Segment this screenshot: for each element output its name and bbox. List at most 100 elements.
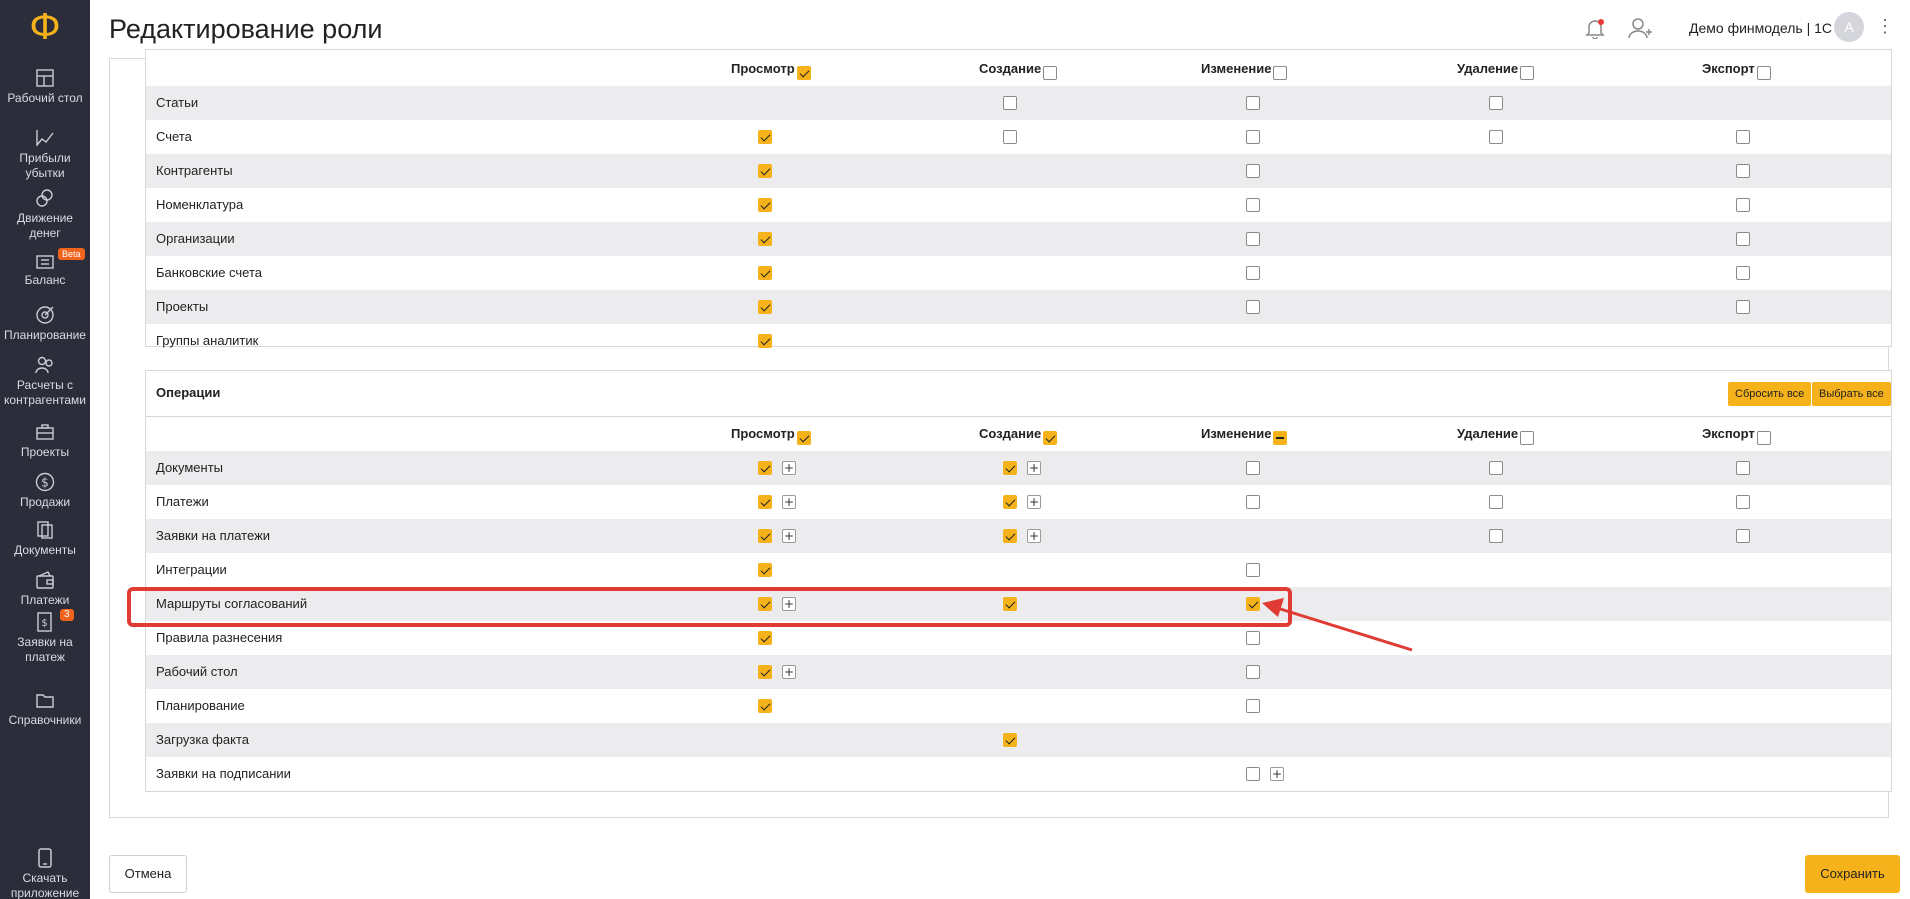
select-all-button[interactable]: Выбрать все bbox=[1812, 382, 1891, 406]
sidebar-item-request[interactable]: $ Заявки на платеж 3 bbox=[0, 609, 90, 665]
column-select-all-checkbox[interactable] bbox=[1043, 65, 1058, 80]
column-header: Изменение bbox=[1201, 52, 1288, 86]
permission-checkbox[interactable] bbox=[758, 300, 772, 314]
permission-checkbox[interactable] bbox=[758, 130, 772, 144]
permission-checkbox[interactable] bbox=[1246, 300, 1260, 314]
column-select-all-checkbox[interactable] bbox=[796, 430, 811, 445]
permission-checkbox[interactable] bbox=[758, 266, 772, 280]
permission-checkbox[interactable] bbox=[758, 529, 772, 543]
permission-checkbox[interactable] bbox=[1246, 631, 1260, 645]
permission-checkbox[interactable] bbox=[758, 665, 772, 679]
expand-plus-icon[interactable]: + bbox=[782, 529, 796, 543]
user-name[interactable]: Демо финмодель | 1С bbox=[1689, 19, 1832, 37]
table-row: Загрузка факта bbox=[146, 723, 1891, 757]
permission-checkbox[interactable] bbox=[1736, 495, 1750, 509]
column-select-all-checkbox[interactable] bbox=[1520, 65, 1535, 80]
permission-checkbox[interactable] bbox=[1003, 461, 1017, 475]
permission-checkbox[interactable] bbox=[1736, 198, 1750, 212]
permission-checkbox[interactable] bbox=[1246, 495, 1260, 509]
svg-text:$: $ bbox=[41, 618, 47, 629]
permission-checkbox[interactable] bbox=[1736, 529, 1750, 543]
permission-checkbox[interactable] bbox=[1736, 266, 1750, 280]
column-select-all-checkbox[interactable] bbox=[1273, 430, 1288, 445]
sidebar-item-chart[interactable]: Прибыли убытки bbox=[0, 128, 90, 181]
column-select-all-checkbox[interactable] bbox=[1756, 430, 1771, 445]
permission-checkbox[interactable] bbox=[758, 164, 772, 178]
sidebar-item-documents[interactable]: Документы bbox=[0, 520, 90, 558]
row-label: Номенклатура bbox=[156, 197, 244, 212]
cancel-button[interactable]: Отмена bbox=[109, 855, 187, 893]
sidebar-item-people[interactable]: Расчеты с контрагентами bbox=[0, 355, 90, 408]
more-menu-icon[interactable]: ⋮ bbox=[1876, 15, 1894, 37]
expand-plus-icon[interactable]: + bbox=[1270, 767, 1284, 781]
permission-checkbox[interactable] bbox=[1246, 164, 1260, 178]
sidebar-item-dollar[interactable]: $ Продажи bbox=[0, 472, 90, 510]
permission-checkbox[interactable] bbox=[758, 334, 772, 348]
permission-checkbox[interactable] bbox=[1003, 96, 1017, 110]
table-row: Группы аналитик bbox=[146, 324, 1891, 358]
expand-plus-icon[interactable]: + bbox=[782, 665, 796, 679]
notifications-button[interactable] bbox=[1584, 17, 1606, 44]
column-header-label: Удаление bbox=[1457, 61, 1519, 76]
permission-checkbox[interactable] bbox=[1489, 495, 1503, 509]
permission-checkbox[interactable] bbox=[1246, 665, 1260, 679]
permission-checkbox[interactable] bbox=[1246, 699, 1260, 713]
permission-checkbox[interactable] bbox=[1003, 529, 1017, 543]
permission-checkbox[interactable] bbox=[1003, 130, 1017, 144]
permission-checkbox[interactable] bbox=[758, 631, 772, 645]
permission-checkbox[interactable] bbox=[1489, 96, 1503, 110]
sidebar-item-target[interactable]: Планирование bbox=[0, 305, 90, 343]
permission-checkbox[interactable] bbox=[1489, 529, 1503, 543]
sidebar-item-dashboard[interactable]: Рабочий стол bbox=[0, 68, 90, 106]
permission-checkbox[interactable] bbox=[1246, 198, 1260, 212]
permission-checkbox[interactable] bbox=[1246, 232, 1260, 246]
column-select-all-checkbox[interactable] bbox=[1756, 65, 1771, 80]
permission-checkbox[interactable] bbox=[758, 563, 772, 577]
expand-plus-icon[interactable]: + bbox=[1027, 461, 1041, 475]
avatar[interactable]: А bbox=[1834, 12, 1864, 42]
permission-checkbox[interactable] bbox=[758, 232, 772, 246]
permission-checkbox[interactable] bbox=[1736, 130, 1750, 144]
permission-checkbox[interactable] bbox=[1736, 164, 1750, 178]
permission-checkbox[interactable] bbox=[1003, 495, 1017, 509]
permission-cell bbox=[1246, 689, 1306, 723]
permission-checkbox[interactable] bbox=[758, 461, 772, 475]
sidebar-item-briefcase[interactable]: Проекты bbox=[0, 422, 90, 460]
permission-checkbox[interactable] bbox=[1003, 733, 1017, 747]
permission-checkbox[interactable] bbox=[1736, 461, 1750, 475]
permission-checkbox[interactable] bbox=[1736, 300, 1750, 314]
logo[interactable]: Ф bbox=[0, 6, 90, 50]
sidebar-item-download-app[interactable]: Скачать приложение bbox=[0, 848, 90, 899]
column-header: Экспорт bbox=[1702, 417, 1771, 451]
permission-checkbox[interactable] bbox=[758, 495, 772, 509]
sidebar-item-wallet[interactable]: Платежи bbox=[0, 570, 90, 608]
sidebar-item-balance[interactable]: Баланс Beta bbox=[0, 248, 90, 288]
permission-checkbox[interactable] bbox=[1489, 130, 1503, 144]
sidebar-item-label: Прибыли убытки bbox=[19, 151, 71, 180]
permission-checkbox[interactable] bbox=[1246, 266, 1260, 280]
permission-checkbox[interactable] bbox=[1246, 461, 1260, 475]
permission-checkbox[interactable] bbox=[1246, 96, 1260, 110]
reset-all-button[interactable]: Сбросить все bbox=[1728, 382, 1812, 406]
sidebar-item-folder[interactable]: Справочники bbox=[0, 690, 90, 728]
expand-plus-icon[interactable]: + bbox=[1027, 495, 1041, 509]
permission-checkbox[interactable] bbox=[1246, 130, 1260, 144]
permission-checkbox[interactable] bbox=[758, 198, 772, 212]
permission-checkbox[interactable] bbox=[1736, 232, 1750, 246]
add-user-button[interactable] bbox=[1628, 17, 1652, 44]
expand-plus-icon[interactable]: + bbox=[1027, 529, 1041, 543]
permission-checkbox[interactable] bbox=[1246, 563, 1260, 577]
save-button[interactable]: Сохранить bbox=[1805, 855, 1900, 893]
sidebar-item-coins[interactable]: Движение денег bbox=[0, 188, 90, 241]
column-select-all-checkbox[interactable] bbox=[1043, 430, 1058, 445]
column-select-all-checkbox[interactable] bbox=[796, 65, 811, 80]
permission-checkbox[interactable] bbox=[1489, 461, 1503, 475]
permission-cell bbox=[1246, 451, 1306, 485]
notification-dot bbox=[1598, 19, 1604, 25]
permission-checkbox[interactable] bbox=[758, 699, 772, 713]
expand-plus-icon[interactable]: + bbox=[782, 495, 796, 509]
column-select-all-checkbox[interactable] bbox=[1273, 65, 1288, 80]
permission-checkbox[interactable] bbox=[1246, 767, 1260, 781]
column-select-all-checkbox[interactable] bbox=[1520, 430, 1535, 445]
expand-plus-icon[interactable]: + bbox=[782, 461, 796, 475]
